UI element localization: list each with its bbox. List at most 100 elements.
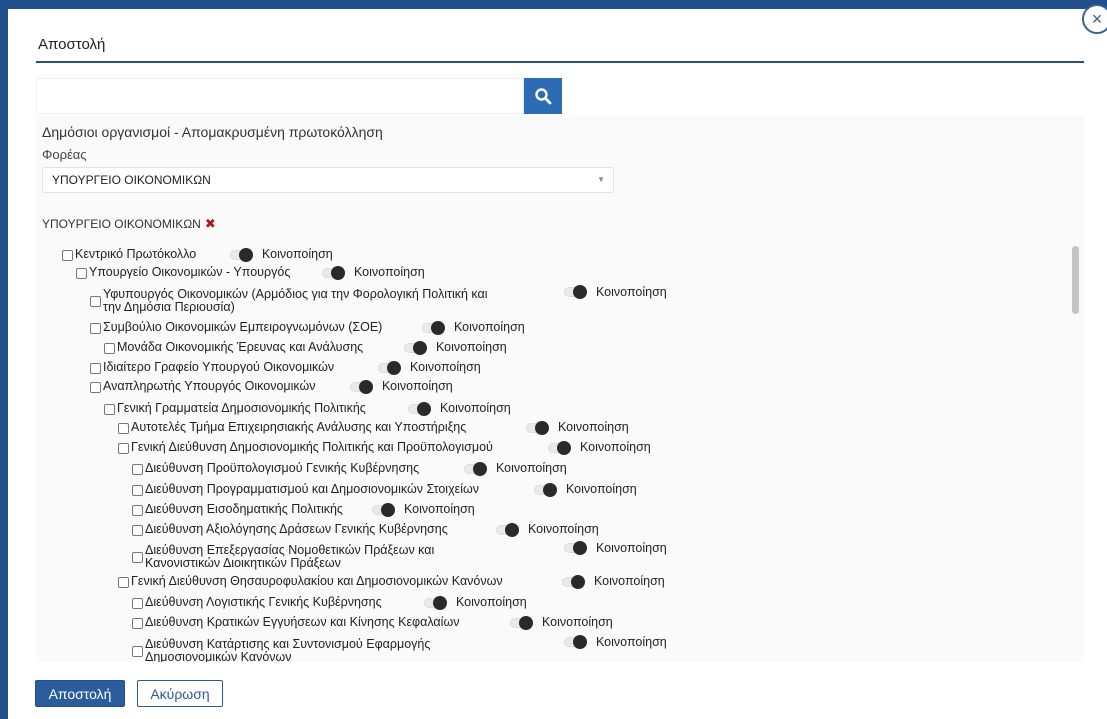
share-label: Κοινοποίηση: [354, 265, 425, 279]
share-label: Κοινοποίηση: [382, 379, 453, 393]
tree-node: Διεύθυνση Εισοδηματικής Πολιτικής Κοινοπο…: [132, 501, 1068, 521]
share-toggle[interactable]: [372, 503, 395, 517]
cancel-button[interactable]: Ακύρωση: [137, 680, 223, 707]
tree-node-checkbox[interactable]: [132, 485, 143, 496]
share-label: Κοινοποίηση: [410, 360, 481, 374]
share-toggle[interactable]: [548, 441, 571, 455]
tree-node-checkbox[interactable]: [118, 443, 129, 454]
chevron-down-icon: ▼: [597, 175, 605, 184]
share-toggle[interactable]: [564, 635, 587, 649]
share-toggle[interactable]: [230, 248, 253, 262]
tree-node-label: Υπουργείο Οικονομικών - Υπουργός: [89, 265, 291, 279]
modal-top-border: [0, 0, 1107, 9]
share-toggle[interactable]: [564, 541, 587, 555]
tree-node: Διεύθυνση Προϋπολογισμού Γενικής Κυβέρνη…: [132, 460, 1068, 480]
tree-node: Διεύθυνση Αξιολόγησης Δράσεων Γενικής Κυ…: [132, 521, 1068, 541]
tree-node-checkbox[interactable]: [132, 618, 143, 629]
search-button[interactable]: [524, 78, 562, 114]
share-toggle[interactable]: [404, 341, 427, 355]
tree-node-label: Διεύθυνση Κρατικών Εγγυήσεων και Κίνησης…: [145, 615, 460, 629]
share-label: Κοινοποίηση: [404, 502, 475, 516]
tree-node: Διεύθυνση Κρατικών Εγγυήσεων και Κίνησης…: [132, 614, 1068, 634]
tree-node-label-continued: την Δημόσια Περιουσία): [103, 300, 235, 314]
tree-node: Αναπληρωτής Υπουργός Οικονομικών Κοινοποί…: [90, 378, 1068, 398]
tree-node-label: Κεντρικό Πρωτόκολλο: [75, 247, 197, 261]
tree-node: Διεύθυνση Προγραμματισμού και Δημοσιονομ…: [132, 481, 1068, 501]
share-label: Κοινοποίηση: [558, 420, 629, 434]
tree-node-checkbox[interactable]: [132, 646, 143, 657]
tree-node-checkbox[interactable]: [76, 268, 87, 279]
tree-node-label-continued: Κανονιστικών Διοικητικών Πράξεων: [145, 556, 341, 570]
tree-node-checkbox[interactable]: [132, 552, 143, 563]
tree-node: Υπουργείο Οικονομικών - Υπουργός Κοινοποί…: [76, 264, 1056, 284]
tree-node: Διεύθυνση Κατάρτισης και Συντονισμού Εφα…: [132, 635, 1068, 662]
share-toggle[interactable]: [424, 596, 447, 610]
selected-organization-chip: ΥΠΟΥΡΓΕΙΟ ΟΙΚΟΝΟΜΙΚΩΝ ✖: [42, 216, 216, 232]
send-button[interactable]: Αποστολή: [35, 680, 125, 707]
share-toggle[interactable]: [378, 361, 401, 375]
share-toggle[interactable]: [534, 483, 557, 497]
search-icon: [535, 88, 552, 105]
title-divider: [36, 61, 1084, 63]
share-toggle[interactable]: [496, 523, 519, 537]
section-title: Δημόσιοι οργανισμοί - Απομακρυσμένη πρωτ…: [42, 124, 383, 140]
share-toggle[interactable]: [562, 575, 585, 589]
tree-node-label-continued: Δημοσιονομικών Κανόνων: [145, 650, 292, 662]
tree-node-checkbox[interactable]: [118, 577, 129, 588]
share-toggle[interactable]: [526, 421, 549, 435]
tree-node-label: Συμβούλιο Οικονομικών Εμπειρογνωμόνων (Σ…: [103, 320, 383, 334]
tree-node: Κεντρικό Πρωτόκολλο Κοινοποίηση: [62, 246, 1042, 266]
modal-title: Αποστολή: [38, 36, 106, 53]
tree-scrollbar[interactable]: [1072, 246, 1079, 314]
share-toggle[interactable]: [464, 462, 487, 476]
tree-node-label: Διεύθυνση Εισοδηματικής Πολιτικής: [145, 502, 343, 516]
tree-node-label: Υφυπουργός Οικονομικών (Αρμόδιος για την…: [103, 287, 488, 301]
share-label: Κοινοποίηση: [596, 285, 667, 299]
tree-node-label: Διεύθυνση Προγραμματισμού και Δημοσιονομ…: [145, 482, 479, 496]
tree-node-checkbox[interactable]: [90, 323, 101, 334]
remove-icon[interactable]: ✖: [205, 216, 216, 231]
tree-node-label: Αυτοτελές Τμήμα Επιχειρησιακής Ανάλυσης …: [131, 420, 467, 434]
share-toggle[interactable]: [422, 321, 445, 335]
tree-node-label: Αναπληρωτής Υπουργός Οικονομικών: [103, 379, 316, 393]
org-tree: Κεντρικό Πρωτόκολλο Κοινοποίηση Υπουργείο …: [36, 238, 1068, 662]
tree-node-label: Γενική Διεύθυνση Θησαυροφυλακίου και Δημ…: [131, 574, 503, 588]
share-toggle[interactable]: [564, 285, 587, 299]
tree-node: Μονάδα Οικονομικής Έρευνας και Ανάλυσης Κ…: [104, 339, 1068, 359]
tree-node-checkbox[interactable]: [104, 343, 115, 354]
tree-node-checkbox[interactable]: [90, 382, 101, 393]
tree-node-label: Διεύθυνση Κατάρτισης και Συντονισμού Εφα…: [145, 637, 431, 651]
tree-node-checkbox[interactable]: [132, 598, 143, 609]
tree-node: Υφυπουργός Οικονομικών (Αρμόδιος για την…: [90, 285, 1068, 320]
share-toggle[interactable]: [322, 266, 345, 280]
share-label: Κοινοποίηση: [580, 440, 651, 454]
share-toggle[interactable]: [408, 402, 431, 416]
tree-node-checkbox[interactable]: [104, 404, 115, 415]
tree-node-checkbox[interactable]: [132, 525, 143, 536]
tree-node: Διεύθυνση Λογιστικής Γενικής Κυβέρνησης Κ…: [132, 594, 1068, 614]
share-label: Κοινοποίηση: [454, 320, 525, 334]
tree-node: Γενική Διεύθυνση Δημοσιονομικής Πολιτική…: [118, 439, 1068, 459]
share-toggle[interactable]: [350, 380, 373, 394]
tree-node-checkbox[interactable]: [62, 250, 73, 261]
share-label: Κοινοποίηση: [436, 340, 507, 354]
tree-node-checkbox[interactable]: [132, 505, 143, 516]
tree-node-checkbox[interactable]: [132, 464, 143, 475]
tree-node-label: Διεύθυνση Επεξεργασίας Νομοθετικών Πράξε…: [145, 543, 435, 557]
tree-node-checkbox[interactable]: [90, 296, 101, 307]
tree-node: Αυτοτελές Τμήμα Επιχειρησιακής Ανάλυσης …: [118, 419, 1068, 439]
tree-node-label: Διεύθυνση Λογιστικής Γενικής Κυβέρνησης: [145, 595, 382, 609]
share-toggle[interactable]: [510, 616, 533, 630]
tree-node: Ιδιαίτερο Γραφείο Υπουργού Οικονομικών Κο…: [90, 359, 1068, 379]
tree-node-label: Ιδιαίτερο Γραφείο Υπουργού Οικονομικών: [103, 360, 335, 374]
organization-select[interactable]: ΥΠΟΥΡΓΕΙΟ ΟΙΚΟΝΟΜΙΚΩΝ ▼: [42, 167, 614, 193]
tree-node-label: Διεύθυνση Προϋπολογισμού Γενικής Κυβέρνη…: [145, 461, 420, 475]
organization-label: Φορέας: [42, 147, 87, 162]
tree-node-checkbox[interactable]: [90, 363, 101, 374]
organization-select-value: ΥΠΟΥΡΓΕΙΟ ΟΙΚΟΝΟΜΙΚΩΝ: [52, 173, 211, 187]
tree-node: Γενική Γραμματεία Δημοσιονομικής Πολιτικ…: [104, 400, 1068, 420]
close-icon[interactable]: ×: [1082, 4, 1107, 34]
search-input[interactable]: [36, 78, 524, 114]
tree-node-checkbox[interactable]: [118, 423, 129, 434]
tree-node: Γενική Διεύθυνση Θησαυροφυλακίου και Δημ…: [118, 573, 1068, 593]
